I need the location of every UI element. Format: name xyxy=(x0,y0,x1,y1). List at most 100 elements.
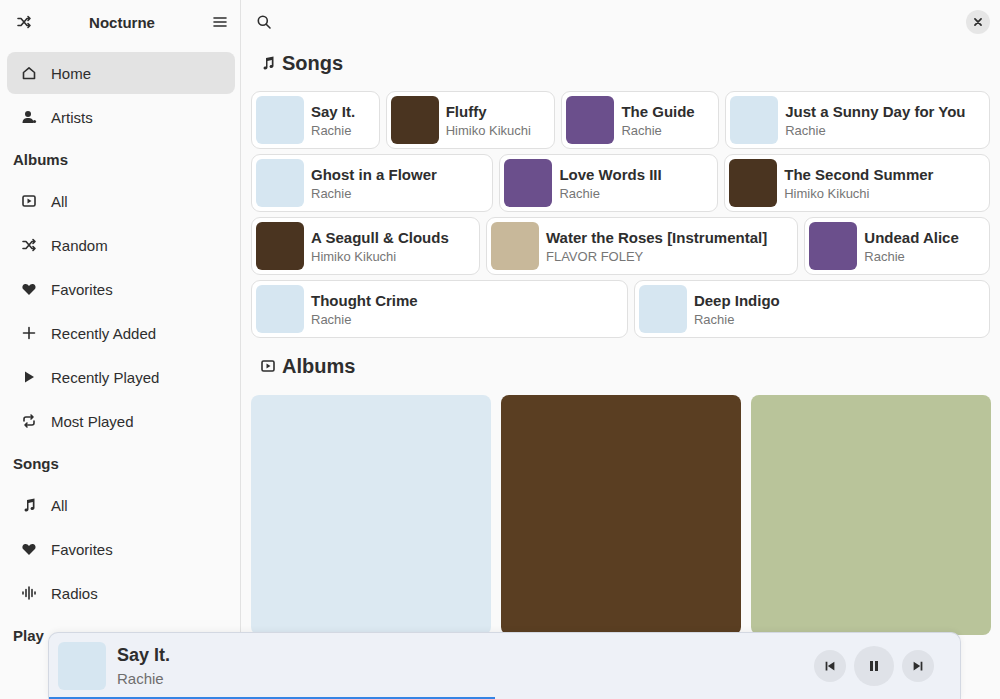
song-card[interactable]: Deep Indigo Rachie xyxy=(634,280,990,338)
wave-icon xyxy=(21,585,37,601)
sidebar-item[interactable]: Favorites xyxy=(7,528,235,570)
song-card[interactable]: Say It. Rachie xyxy=(251,91,380,149)
shuffle-icon xyxy=(16,14,32,30)
previous-button[interactable] xyxy=(814,650,846,682)
song-artist: Rachie xyxy=(559,186,661,201)
sidebar-item[interactable]: Artists xyxy=(7,96,235,138)
sidebar-item[interactable]: Most Played xyxy=(7,400,235,442)
song-card[interactable]: Thought Crime Rachie xyxy=(251,280,628,338)
song-title: Undead Alice xyxy=(864,229,958,246)
sidebar-item[interactable]: Favorites xyxy=(7,268,235,310)
song-card[interactable]: The Guide Rachie xyxy=(561,91,719,149)
song-title: Fluffy xyxy=(446,103,531,120)
song-cover xyxy=(391,96,439,144)
menu-button[interactable] xyxy=(212,14,228,30)
sidebar: NocturneHomeArtistsAlbumsAllRandomFavori… xyxy=(0,0,241,699)
prev-icon xyxy=(823,659,837,673)
song-title: Water the Roses [Instrumental] xyxy=(546,229,767,246)
song-title: A Seagull & Clouds xyxy=(311,229,449,246)
song-cover xyxy=(256,159,304,207)
song-card[interactable]: Water the Roses [Instrumental] FLAVOR FOL… xyxy=(486,217,798,275)
song-cover xyxy=(504,159,552,207)
close-button[interactable] xyxy=(966,10,990,34)
album-card[interactable] xyxy=(251,395,491,635)
song-title: The Second Summer xyxy=(784,166,933,183)
album-card[interactable] xyxy=(501,395,741,635)
song-card[interactable]: Undead Alice Rachie xyxy=(804,217,990,275)
home-icon xyxy=(21,65,37,81)
shuffle-button[interactable] xyxy=(16,14,32,30)
song-card[interactable]: A Seagull & Clouds Himiko Kikuchi xyxy=(251,217,480,275)
next-button[interactable] xyxy=(902,650,934,682)
song-artist: Himiko Kikuchi xyxy=(311,249,449,264)
content: SongsSay It.RachieFluffyHimiko KikuchiTh… xyxy=(241,44,1000,635)
song-cover xyxy=(256,222,304,270)
song-artist: Rachie xyxy=(311,123,355,138)
heart-icon xyxy=(21,541,37,557)
albums-heading: Albums xyxy=(251,351,990,381)
plus-icon xyxy=(21,325,37,341)
song-artist: Rachie xyxy=(694,312,780,327)
song-cover xyxy=(730,96,778,144)
play-icon xyxy=(21,369,37,385)
sidebar-header: Nocturne xyxy=(0,0,240,44)
song-artist: Himiko Kikuchi xyxy=(784,186,933,201)
song-card[interactable]: The Second Summer Himiko Kikuchi xyxy=(724,154,990,212)
sidebar-section-heading: Albums xyxy=(7,140,235,178)
song-card[interactable]: Just a Sunny Day for YouRachie xyxy=(725,91,990,149)
sidebar-item[interactable]: Recently Added xyxy=(7,312,235,354)
song-cover xyxy=(256,285,304,333)
album-icon xyxy=(260,358,276,374)
album-icon xyxy=(21,193,37,209)
next-icon xyxy=(911,659,925,673)
song-cover xyxy=(729,159,777,207)
sidebar-item[interactable]: Home xyxy=(7,52,235,94)
song-title: Deep Indigo xyxy=(694,292,780,309)
app-title: Nocturne xyxy=(89,14,155,31)
sidebar-item[interactable]: All xyxy=(7,484,235,526)
player-controls xyxy=(814,646,934,686)
note-icon xyxy=(260,55,276,71)
song-artist: FLAVOR FOLEY xyxy=(546,249,767,264)
song-artist: Rachie xyxy=(864,249,958,264)
song-cover xyxy=(566,96,614,144)
song-card[interactable]: Love Words IIIRachie xyxy=(499,154,718,212)
song-artist: Rachie xyxy=(311,312,418,327)
player-artist: Rachie xyxy=(117,670,803,687)
song-title: The Guide xyxy=(621,103,694,120)
album-card[interactable] xyxy=(751,395,991,635)
song-cover xyxy=(809,222,857,270)
song-artist: Rachie xyxy=(621,123,694,138)
top-bar xyxy=(241,0,1000,44)
heart-icon xyxy=(21,281,37,297)
song-artist: Rachie xyxy=(311,186,437,201)
song-cover xyxy=(491,222,539,270)
song-card[interactable]: Ghost in a FlowerRachie xyxy=(251,154,493,212)
song-title: Just a Sunny Day for You xyxy=(785,103,965,120)
search-button[interactable] xyxy=(255,13,273,31)
main-content: SongsSay It.RachieFluffyHimiko KikuchiTh… xyxy=(241,0,1000,699)
play-pause-button[interactable] xyxy=(854,646,894,686)
sidebar-item[interactable]: Recently Played xyxy=(7,356,235,398)
progress-bar[interactable] xyxy=(49,697,960,699)
sidebar-item[interactable]: All xyxy=(7,180,235,222)
song-artist: Himiko Kikuchi xyxy=(446,123,531,138)
repeat-icon xyxy=(21,413,37,429)
song-list: Say It. Rachie Fluffy Himiko Kikuchi The Gui… xyxy=(251,91,990,338)
progress-fill xyxy=(49,697,495,699)
close-icon xyxy=(971,15,985,29)
note-icon xyxy=(21,497,37,513)
song-title: Thought Crime xyxy=(311,292,418,309)
player-bar: Say It. Rachie xyxy=(48,632,961,699)
song-card[interactable]: Fluffy Himiko Kikuchi xyxy=(386,91,556,149)
player-cover xyxy=(58,642,106,690)
pause-icon xyxy=(866,658,882,674)
shuffle-icon xyxy=(21,237,37,253)
sidebar-item[interactable]: Random xyxy=(7,224,235,266)
album-grid xyxy=(251,395,990,635)
sidebar-item[interactable]: Radios xyxy=(7,572,235,614)
song-title: Say It. xyxy=(311,103,355,120)
player-title: Say It. xyxy=(117,645,803,666)
sidebar-list: HomeArtistsAlbumsAllRandomFavoritesRecen… xyxy=(0,44,240,654)
app-window: NocturneHomeArtistsAlbumsAllRandomFavori… xyxy=(0,0,1000,699)
